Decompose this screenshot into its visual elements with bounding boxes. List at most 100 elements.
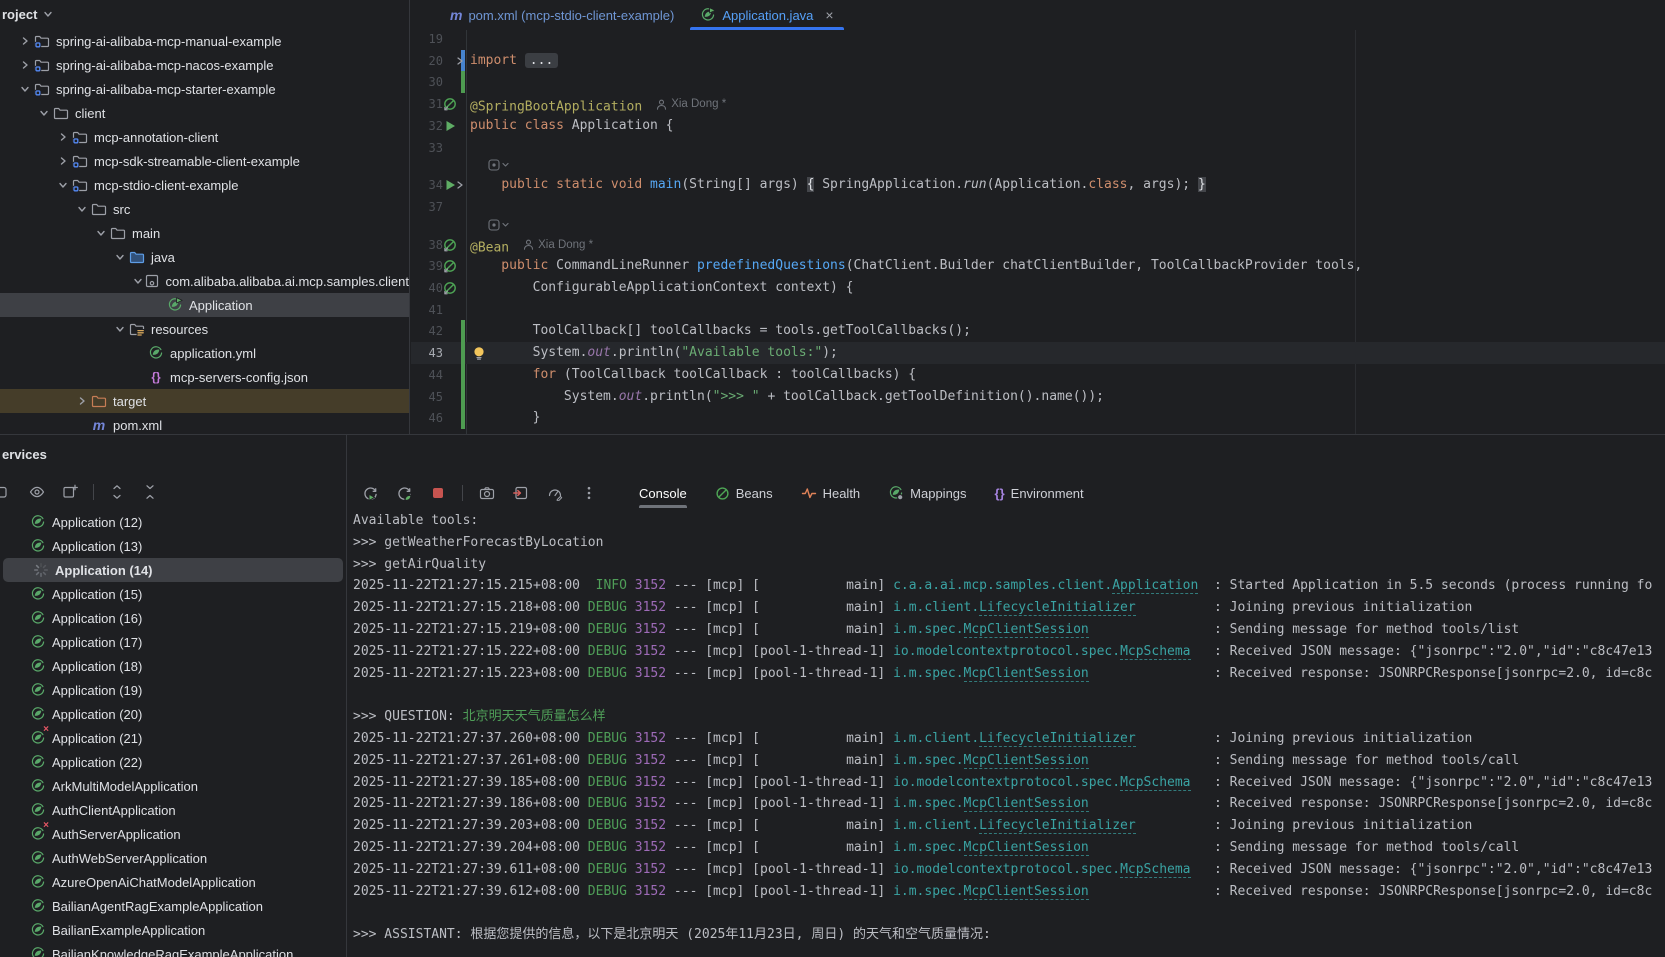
- gear-inlay-icon[interactable]: [488, 159, 510, 171]
- tree-item-mcp-sdk-streamable-client-example[interactable]: mcp-sdk-streamable-client-example: [0, 149, 409, 173]
- logger-link[interactable]: McpSchema: [1120, 775, 1190, 791]
- logger-link[interactable]: McpClientSession: [964, 753, 1089, 769]
- tab-environment[interactable]: {}Environment: [995, 478, 1084, 508]
- stop-button[interactable]: [428, 483, 448, 503]
- console-output[interactable]: Available tools:>>> getWeatherForecastBy…: [347, 509, 1665, 957]
- vcs-change-marker[interactable]: [461, 342, 465, 364]
- service-item-application-14-[interactable]: Application (14): [3, 558, 343, 582]
- service-item-application-13-[interactable]: Application (13): [0, 534, 346, 558]
- tree-item-com-alibaba-alibaba-ai-mcp-samples-client[interactable]: com.alibaba.alibaba.ai.mcp.samples.clien…: [0, 269, 409, 293]
- service-item-authclientapplication[interactable]: AuthClientApplication: [0, 798, 346, 822]
- tree-item-pom-xml[interactable]: mpom.xml: [0, 413, 409, 434]
- logger-link[interactable]: LifecycleInitializer: [979, 600, 1136, 616]
- tree-item-resources[interactable]: resources: [0, 317, 409, 341]
- logger-link[interactable]: McpSchema: [1120, 862, 1190, 878]
- service-item-authwebserverapplication[interactable]: AuthWebServerApplication: [0, 846, 346, 870]
- tree-item-spring-ai-alibaba-mcp-manual-example[interactable]: spring-ai-alibaba-mcp-manual-example: [0, 29, 409, 53]
- service-item-azureopenaichatmodelapplication[interactable]: AzureOpenAiChatModelApplication: [0, 870, 346, 894]
- tree-item-spring-ai-alibaba-mcp-nacos-example[interactable]: spring-ai-alibaba-mcp-nacos-example: [0, 53, 409, 77]
- chevron-down-icon[interactable]: [77, 204, 87, 214]
- tab-mappings[interactable]: Mappings: [888, 478, 966, 508]
- vcs-change-marker[interactable]: [461, 364, 465, 386]
- tab-application-java[interactable]: Application.java×: [687, 0, 846, 30]
- rerun-button[interactable]: [360, 483, 380, 503]
- tab-beans[interactable]: Beans: [715, 478, 773, 508]
- fold-chevron-icon[interactable]: [455, 180, 465, 190]
- gauge-button[interactable]: [545, 483, 565, 503]
- logger-link[interactable]: McpSchema: [1120, 644, 1190, 660]
- vcs-change-marker[interactable]: [461, 71, 465, 93]
- rerun-update-button[interactable]: [394, 483, 414, 503]
- camera-button[interactable]: [477, 483, 497, 503]
- inlay-hint[interactable]: [488, 158, 510, 172]
- tree-item-main[interactable]: main: [0, 221, 409, 245]
- inlay-hint[interactable]: [488, 218, 510, 232]
- tree-item-target[interactable]: target: [0, 389, 409, 413]
- tree-item-client[interactable]: client: [0, 101, 409, 125]
- partial-button[interactable]: [0, 482, 14, 502]
- gear-inlay-icon[interactable]: [488, 219, 510, 231]
- service-item-application-15-[interactable]: Application (15): [0, 582, 346, 606]
- tree-item-application-yml[interactable]: application.yml: [0, 341, 409, 365]
- logger-link[interactable]: McpClientSession: [964, 884, 1089, 900]
- chevron-down-icon[interactable]: [115, 252, 125, 262]
- service-item-arkmultimodelapplication[interactable]: ArkMultiModelApplication: [0, 774, 346, 798]
- logger-link[interactable]: McpClientSession: [964, 666, 1089, 682]
- tab-pom-xml-mcp-stdio-client-example-[interactable]: mpom.xml (mcp-stdio-client-example): [437, 0, 687, 30]
- close-icon[interactable]: ×: [825, 7, 833, 23]
- chevron-down-icon[interactable]: [115, 324, 125, 334]
- chevron-right-icon[interactable]: [58, 132, 68, 142]
- tree-item-mcp-servers-config-json[interactable]: {}mcp-servers-config.json: [0, 365, 409, 389]
- service-item-application-21-[interactable]: ×Application (21): [0, 726, 346, 750]
- kebab-button[interactable]: [579, 483, 599, 503]
- fold-chevron-icon[interactable]: [455, 56, 465, 66]
- service-item-application-22-[interactable]: Application (22): [0, 750, 346, 774]
- logger-link[interactable]: McpClientSession: [964, 622, 1089, 638]
- tree-item-application[interactable]: Application: [0, 293, 409, 317]
- tab-health[interactable]: Health: [801, 478, 861, 508]
- service-item-bailianexampleapplication[interactable]: BailianExampleApplication: [0, 918, 346, 942]
- service-item-application-16-[interactable]: Application (16): [0, 606, 346, 630]
- spring-bean-gutter-icon[interactable]: [442, 237, 458, 253]
- chevron-down-icon[interactable]: [133, 276, 143, 286]
- run-gutter-icon[interactable]: [442, 118, 458, 134]
- spring-bean-gutter-icon[interactable]: [442, 258, 458, 274]
- tree-item-mcp-annotation-client[interactable]: mcp-annotation-client: [0, 125, 409, 149]
- vcs-change-marker[interactable]: [461, 320, 465, 342]
- thread-dump-button[interactable]: [511, 483, 531, 503]
- service-item-application-18-[interactable]: Application (18): [0, 654, 346, 678]
- chevron-down-icon[interactable]: [39, 108, 49, 118]
- logger-link[interactable]: McpClientSession: [964, 840, 1089, 856]
- tree-item-mcp-stdio-client-example[interactable]: mcp-stdio-client-example: [0, 173, 409, 197]
- service-item-bailianagentragexampleapplication[interactable]: BailianAgentRagExampleApplication: [0, 894, 346, 918]
- code-editor[interactable]: 1920import ...3031@SpringBootApplication…: [411, 30, 1665, 434]
- logger-link[interactable]: Application: [1112, 578, 1198, 594]
- service-item-authserverapplication[interactable]: ×AuthServerApplication: [0, 822, 346, 846]
- expand-all-button[interactable]: [107, 482, 127, 502]
- chevron-down-icon[interactable]: [20, 84, 30, 94]
- new-tab-button[interactable]: [60, 482, 80, 502]
- chevron-down-icon[interactable]: [58, 180, 68, 190]
- logger-link[interactable]: LifecycleInitializer: [979, 818, 1136, 834]
- logger-link[interactable]: LifecycleInitializer: [979, 731, 1136, 747]
- service-item-application-20-[interactable]: Application (20): [0, 702, 346, 726]
- chevron-down-icon[interactable]: [96, 228, 106, 238]
- collapse-all-button[interactable]: [140, 482, 160, 502]
- service-item-application-19-[interactable]: Application (19): [0, 678, 346, 702]
- vcs-change-marker[interactable]: [461, 386, 465, 408]
- eye-button[interactable]: [27, 482, 47, 502]
- logger-link[interactable]: McpClientSession: [964, 796, 1089, 812]
- chevron-right-icon[interactable]: [20, 36, 30, 46]
- chevron-right-icon[interactable]: [58, 156, 68, 166]
- tree-item-spring-ai-alibaba-mcp-starter-example[interactable]: spring-ai-alibaba-mcp-starter-example: [0, 77, 409, 101]
- spring-bean-gutter-icon[interactable]: [442, 96, 458, 112]
- tab-console[interactable]: Console: [639, 478, 687, 508]
- chevron-right-icon[interactable]: [20, 60, 30, 70]
- service-item-application-12-[interactable]: Application (12): [0, 510, 346, 534]
- service-item-application-17-[interactable]: Application (17): [0, 630, 346, 654]
- chevron-right-icon[interactable]: [77, 396, 87, 406]
- horizontal-splitter[interactable]: [0, 434, 1665, 435]
- service-item-bailianknowledgeragexampleapplication[interactable]: BailianKnowledgeRagExampleApplication: [0, 942, 346, 957]
- vcs-change-marker[interactable]: [461, 407, 465, 429]
- tree-item-src[interactable]: src: [0, 197, 409, 221]
